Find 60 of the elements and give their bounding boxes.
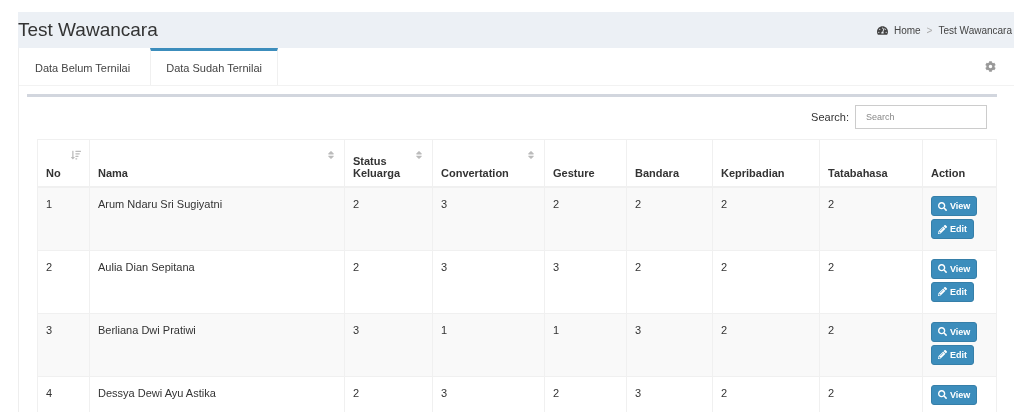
table-cell: 2: [344, 187, 433, 250]
view-button[interactable]: View: [931, 196, 978, 216]
table-cell: 2: [626, 187, 713, 250]
table-cell: 2: [712, 250, 820, 313]
pencil-icon: [938, 287, 947, 296]
column-header[interactable]: Convertation: [441, 167, 509, 179]
pencil-icon: [938, 350, 947, 359]
table-cell: 2: [819, 250, 923, 313]
search-field[interactable]: Search: [855, 105, 987, 129]
search-icon: [938, 390, 947, 399]
search-label: Search:: [811, 111, 849, 123]
table-cell: 4: [37, 376, 90, 412]
edit-button[interactable]: Edit: [931, 219, 974, 239]
edit-button[interactable]: Edit: [931, 281, 974, 302]
breadcrumb-current: Test Wawancara: [938, 24, 1012, 36]
table-cell: 1: [432, 313, 545, 376]
table-cell: 3: [37, 313, 90, 376]
view-button[interactable]: View: [931, 384, 978, 405]
search-icon: [938, 264, 947, 273]
edit-button[interactable]: Edit: [931, 344, 974, 365]
column-header[interactable]: Gesture: [553, 167, 595, 179]
table-cell: Arum Ndaru Sri Sugiyatni: [89, 187, 345, 250]
tab[interactable]: Data Sudah Ternilai: [150, 48, 278, 85]
table-cell: 3: [432, 250, 545, 313]
table-cell: 3: [344, 313, 433, 376]
table-cell: 1: [37, 187, 90, 250]
sort-ascending-icon[interactable]: [71, 150, 81, 160]
breadcrumb-link[interactable]: Home: [893, 24, 921, 36]
settings-icon[interactable]: [985, 61, 996, 72]
column-header[interactable]: Action: [931, 167, 966, 179]
sort-icon[interactable]: [526, 150, 536, 160]
breadcrumb-separator: >: [926, 24, 933, 36]
view-button[interactable]: View: [931, 258, 978, 279]
column-header[interactable]: Tatabahasa: [828, 167, 888, 179]
sort-icon[interactable]: [414, 150, 424, 160]
column-header[interactable]: Kepribadian: [721, 167, 785, 179]
column-header[interactable]: No: [46, 167, 61, 179]
table-cell: 2: [712, 313, 820, 376]
table-cell: 2: [819, 187, 923, 250]
table-cell: 2: [544, 187, 627, 250]
pencil-icon: [938, 224, 947, 234]
column-header[interactable]: Nama: [98, 167, 128, 179]
dashboard-icon: [876, 24, 888, 36]
table-cell: 2: [626, 250, 713, 313]
view-button[interactable]: View: [931, 321, 978, 342]
table-cell: Berliana Dwi Pratiwi: [89, 313, 345, 376]
table-cell: 2: [819, 313, 923, 376]
table-cell: 2: [344, 250, 433, 313]
table-cell: 3: [432, 187, 545, 250]
search-icon: [938, 327, 947, 336]
search-icon: [938, 201, 947, 211]
table-cell: 2: [712, 187, 820, 250]
table-cell: Aulia Dian Sepitana: [89, 250, 345, 313]
page-title: Test Wawancara: [18, 19, 158, 41]
table-cell: 2: [37, 250, 90, 313]
table-cell: 3: [544, 250, 627, 313]
table-cell: 3: [626, 313, 713, 376]
table-cell: 1: [544, 313, 627, 376]
column-header[interactable]: Bandara: [635, 167, 680, 179]
sort-icon[interactable]: [326, 150, 336, 160]
